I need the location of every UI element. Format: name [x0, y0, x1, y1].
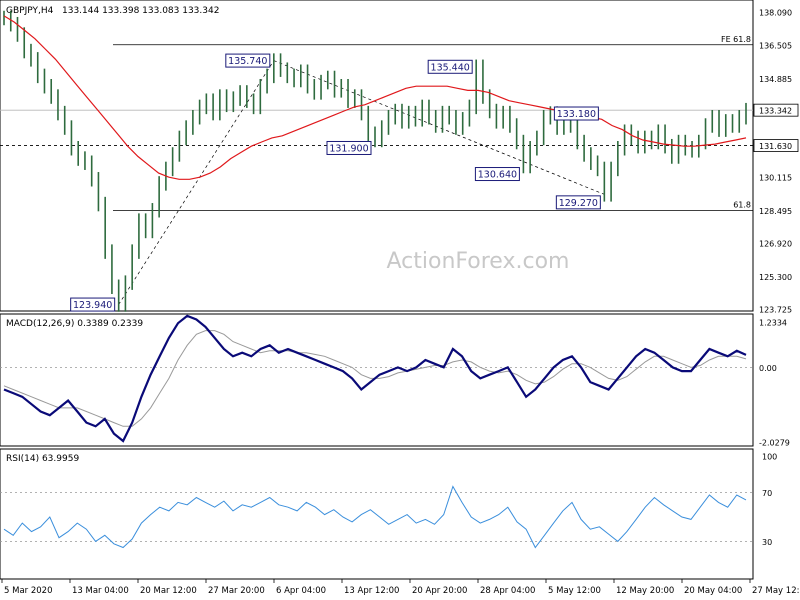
price-panel-frame [0, 0, 754, 312]
price-tick-label: 126.920 [759, 239, 792, 248]
x-tick-label: 20 Apr 20:00 [412, 586, 467, 596]
macd-tick-label: 0.00 [759, 364, 777, 373]
price-tick-label: 138.090 [759, 9, 792, 18]
price-tick-label: 123.725 [759, 306, 792, 315]
price-pivot-label: 135.440 [431, 62, 470, 73]
macd-y-axis: 1.2334 0.00 -2.0279 [759, 319, 790, 448]
price-tick-label: 131.630 [759, 142, 792, 151]
x-tick-label: 6 Apr 04:00 [276, 586, 326, 596]
x-tick-label: 27 Mar 20:00 [208, 586, 265, 596]
price-panel: GBPJPY,H4 133.144 133.398 133.083 133.34… [0, 0, 799, 315]
x-tick-label: 13 Mar 04:00 [72, 586, 129, 596]
price-pivot-label: 131.900 [329, 143, 368, 154]
x-tick-label: 5 Mar 2020 [4, 586, 52, 596]
rsi-title: RSI(14) 63.9959 [6, 454, 79, 464]
price-level-label: 61.8 [733, 200, 751, 209]
macd-panel-frame [0, 313, 754, 447]
x-tick-label: 28 Apr 04:00 [480, 586, 535, 596]
chart-canvas: GBPJPY,H4 133.144 133.398 133.083 133.34… [0, 0, 800, 596]
macd-tick-label: 1.2334 [759, 319, 787, 328]
rsi-tick-label: 30 [762, 538, 772, 547]
price-tick-label: 136.505 [759, 41, 792, 50]
watermark-text: ActionForex.com [387, 249, 570, 274]
price-y-axis: 138.090 136.505 134.885 133.342 131.630 130.1… [753, 9, 799, 315]
price-tick-label: 125.300 [759, 273, 792, 282]
x-axis: 5 Mar 2020 13 Mar 04:00 20 Mar 12:00 27 Mar… [1, 579, 800, 596]
price-tick-label: 128.495 [759, 207, 792, 216]
price-pivot-label: 130.640 [478, 170, 517, 181]
price-panel-symbol: GBPJPY,H4 [6, 6, 54, 16]
x-tick-label: 12 May 20:00 [616, 586, 674, 596]
rsi-y-axis: 100 70 30 [762, 453, 777, 547]
x-tick-label: 27 May 12:00 [752, 586, 800, 596]
macd-panel: MACD(12,26,9) 0.3389 0.2339 1.2334 0.00 -2… [0, 313, 790, 448]
x-tick-label: 13 Apr 12:00 [344, 586, 399, 596]
price-tick-label: 130.115 [759, 173, 792, 182]
x-tick-label: 20 May 04:00 [684, 586, 742, 596]
macd-tick-label: -2.0279 [759, 439, 790, 448]
price-pivot-label: 129.270 [559, 198, 598, 209]
macd-title: MACD(12,26,9) 0.3389 0.2339 [6, 319, 143, 329]
x-tick-label: 5 May 12:00 [548, 586, 601, 596]
rsi-tick-label: 70 [762, 489, 772, 498]
price-pivot-label: 123.940 [73, 300, 112, 311]
price-tick-label: 133.342 [759, 107, 792, 116]
price-pivot-label: 133.180 [557, 109, 596, 120]
price-level-label: FE 61.8 [721, 35, 751, 44]
price-tick-label: 134.885 [759, 75, 792, 84]
rsi-panel: RSI(14) 63.9959 100 70 30 [0, 448, 777, 580]
x-tick-label: 20 Mar 12:00 [140, 586, 197, 596]
price-pivot-label: 135.740 [228, 56, 267, 67]
rsi-tick-label: 100 [762, 453, 777, 462]
price-panel-ohlc: 133.144 133.398 133.083 133.342 [62, 6, 219, 16]
